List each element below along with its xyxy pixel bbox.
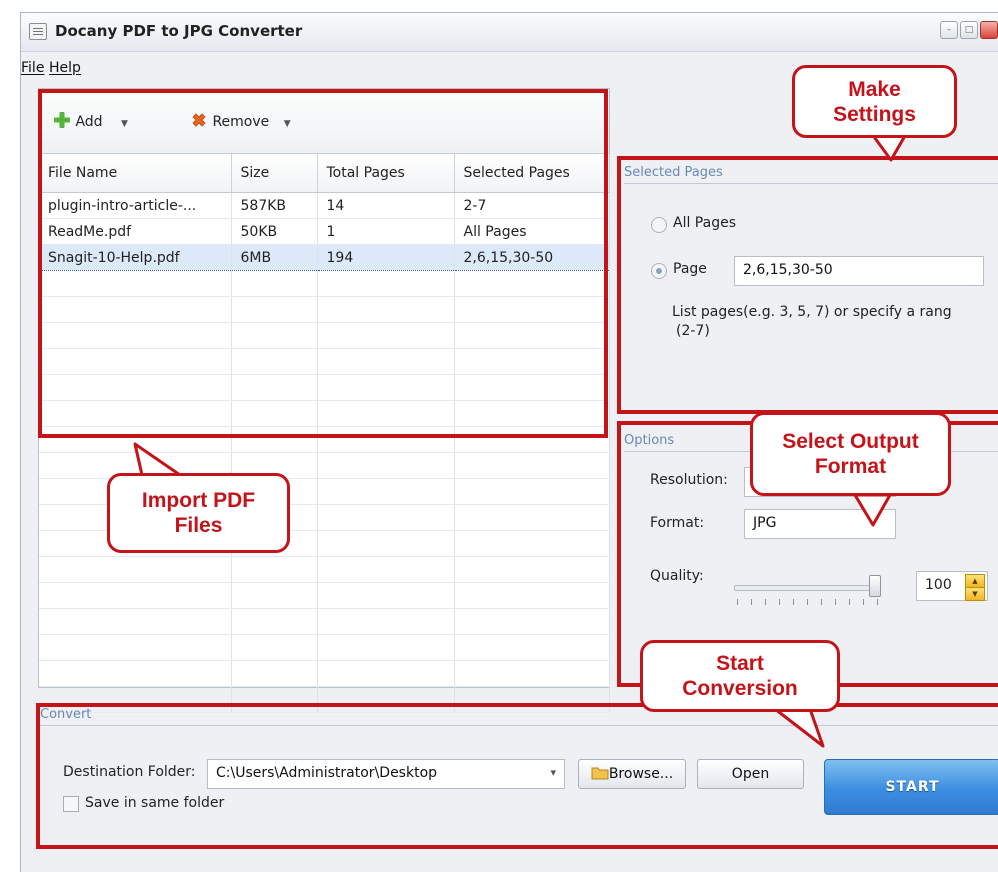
empty-cell bbox=[454, 608, 610, 635]
make-settings-line2: Settings bbox=[833, 102, 916, 126]
empty-table-row bbox=[39, 660, 610, 687]
start-conversion-line1: Start bbox=[716, 652, 764, 675]
empty-cell bbox=[454, 634, 610, 661]
empty-cell bbox=[317, 634, 455, 661]
window-title: Docany PDF to JPG Converter bbox=[55, 22, 303, 40]
empty-cell bbox=[454, 478, 610, 505]
empty-cell bbox=[317, 504, 455, 531]
empty-cell bbox=[454, 530, 610, 557]
empty-cell bbox=[317, 608, 455, 635]
empty-table-row bbox=[39, 608, 610, 635]
empty-cell bbox=[454, 556, 610, 583]
empty-cell bbox=[39, 608, 232, 635]
empty-cell bbox=[454, 504, 610, 531]
empty-cell bbox=[317, 556, 455, 583]
import-pdf-line1: Import PDF bbox=[141, 489, 256, 512]
empty-cell bbox=[231, 582, 318, 609]
empty-cell bbox=[317, 582, 455, 609]
empty-cell bbox=[317, 478, 455, 505]
settings-area-highlight bbox=[617, 156, 998, 414]
empty-cell bbox=[231, 556, 318, 583]
empty-cell bbox=[454, 452, 610, 479]
menu-file[interactable]: File bbox=[21, 60, 44, 76]
empty-cell bbox=[39, 556, 232, 583]
menu-help[interactable]: Help bbox=[49, 60, 81, 76]
empty-cell bbox=[231, 608, 318, 635]
empty-cell bbox=[39, 634, 232, 661]
empty-cell bbox=[39, 660, 232, 687]
make-settings-line1: Make bbox=[848, 77, 901, 101]
empty-cell bbox=[454, 582, 610, 609]
start-conversion-line2: Conversion bbox=[682, 677, 798, 700]
title-bar: Docany PDF to JPG Converter – □ bbox=[21, 13, 998, 52]
import-area-highlight bbox=[38, 89, 608, 438]
empty-cell bbox=[317, 530, 455, 557]
select-output-callout: Select Output Format bbox=[750, 412, 951, 496]
maximize-button[interactable]: □ bbox=[960, 21, 978, 39]
close-button[interactable] bbox=[980, 21, 998, 39]
empty-table-row bbox=[39, 556, 610, 583]
select-output-line2: Format bbox=[814, 455, 887, 478]
empty-cell bbox=[231, 634, 318, 661]
start-conversion-callout: Start Conversion bbox=[640, 640, 840, 712]
empty-cell bbox=[317, 660, 455, 687]
import-pdf-callout: Import PDF Files bbox=[107, 473, 290, 553]
convert-area-highlight bbox=[36, 703, 998, 849]
empty-cell bbox=[39, 582, 232, 609]
import-pdf-line2: Files bbox=[174, 514, 223, 537]
minimize-button[interactable]: – bbox=[940, 21, 958, 39]
empty-table-row bbox=[39, 582, 610, 609]
make-settings-callout: Make Settings bbox=[792, 65, 957, 138]
empty-cell bbox=[317, 452, 455, 479]
app-menu-icon[interactable] bbox=[29, 23, 47, 40]
empty-cell bbox=[231, 660, 318, 687]
empty-cell bbox=[454, 660, 610, 687]
select-output-line1: Select Output bbox=[782, 430, 919, 453]
empty-table-row bbox=[39, 634, 610, 661]
